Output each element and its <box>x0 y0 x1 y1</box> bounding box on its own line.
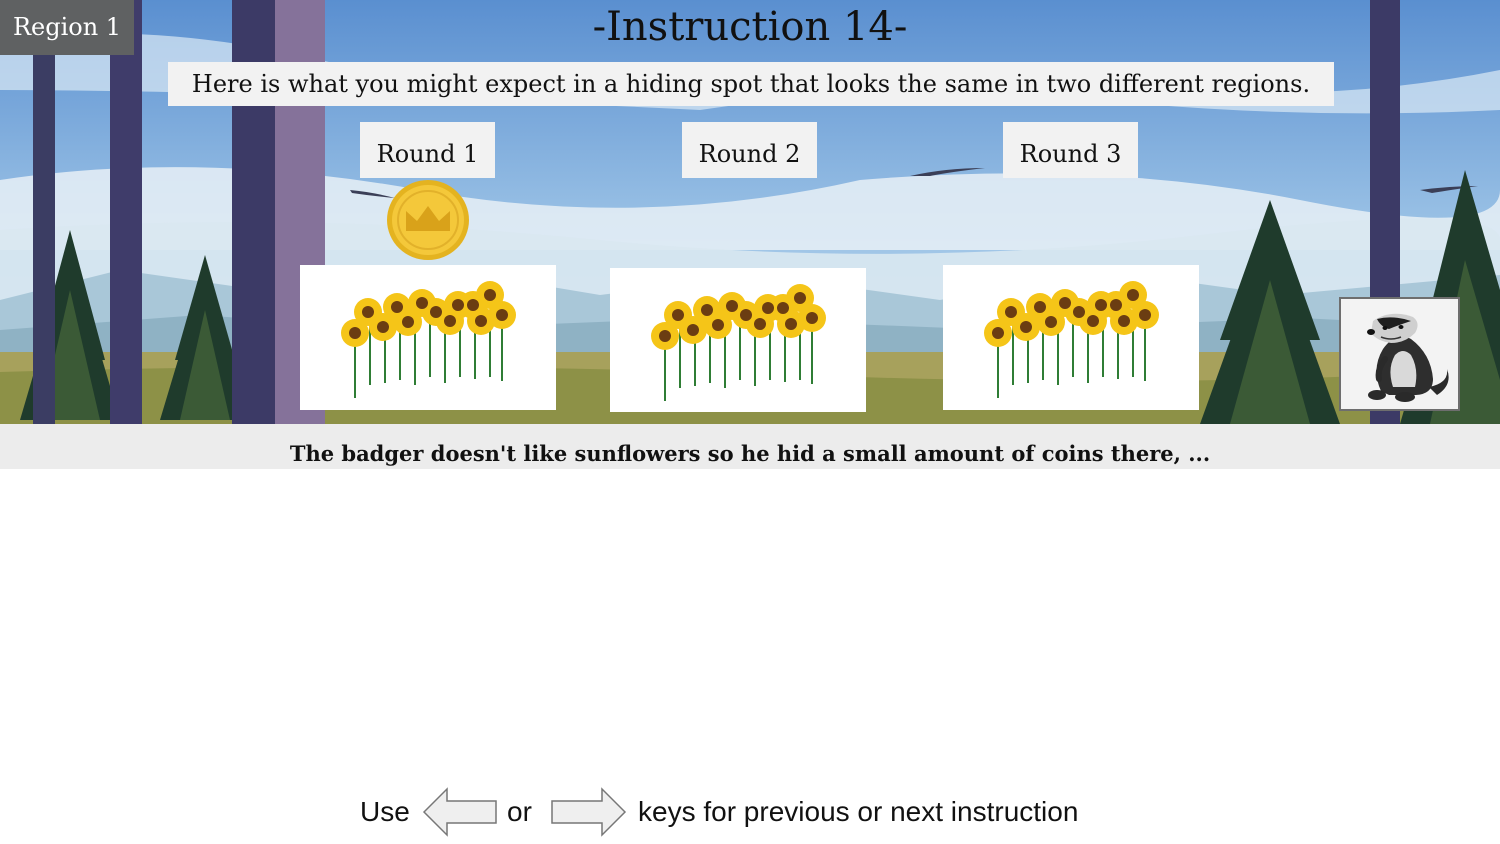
sunflower-card-round-3 <box>943 265 1199 410</box>
round-1-label: Round 1 <box>360 122 495 178</box>
sunflower-patch-icon <box>341 281 516 398</box>
round-2-label: Round 2 <box>682 122 817 178</box>
nav-or-text: or <box>507 796 532 827</box>
sunflower-patch-icon <box>651 284 826 401</box>
nav-use-text: Use <box>360 796 410 827</box>
right-arrow-key-icon[interactable] <box>550 786 627 838</box>
nav-instruction-text: keys for previous or next instruction <box>638 796 1079 827</box>
badger-icon <box>1367 313 1449 402</box>
badger-portrait <box>1339 297 1460 411</box>
coin-crown-icon <box>387 180 469 260</box>
sunflower-patch-icon <box>984 281 1159 398</box>
sunflower-card-round-1 <box>300 265 556 410</box>
left-arrow-key-icon[interactable] <box>422 786 498 838</box>
navigation-hint: Use or keys for previous or next instruc… <box>0 786 1500 844</box>
instruction-subtitle: Here is what you might expect in a hidin… <box>168 62 1334 106</box>
round-3-label: Round 3 <box>1003 122 1138 178</box>
sunflower-card-round-2 <box>610 268 866 412</box>
page-title: -Instruction 14- <box>592 4 908 50</box>
caption-text: The badger doesn't like sunflowers so he… <box>0 424 1500 469</box>
